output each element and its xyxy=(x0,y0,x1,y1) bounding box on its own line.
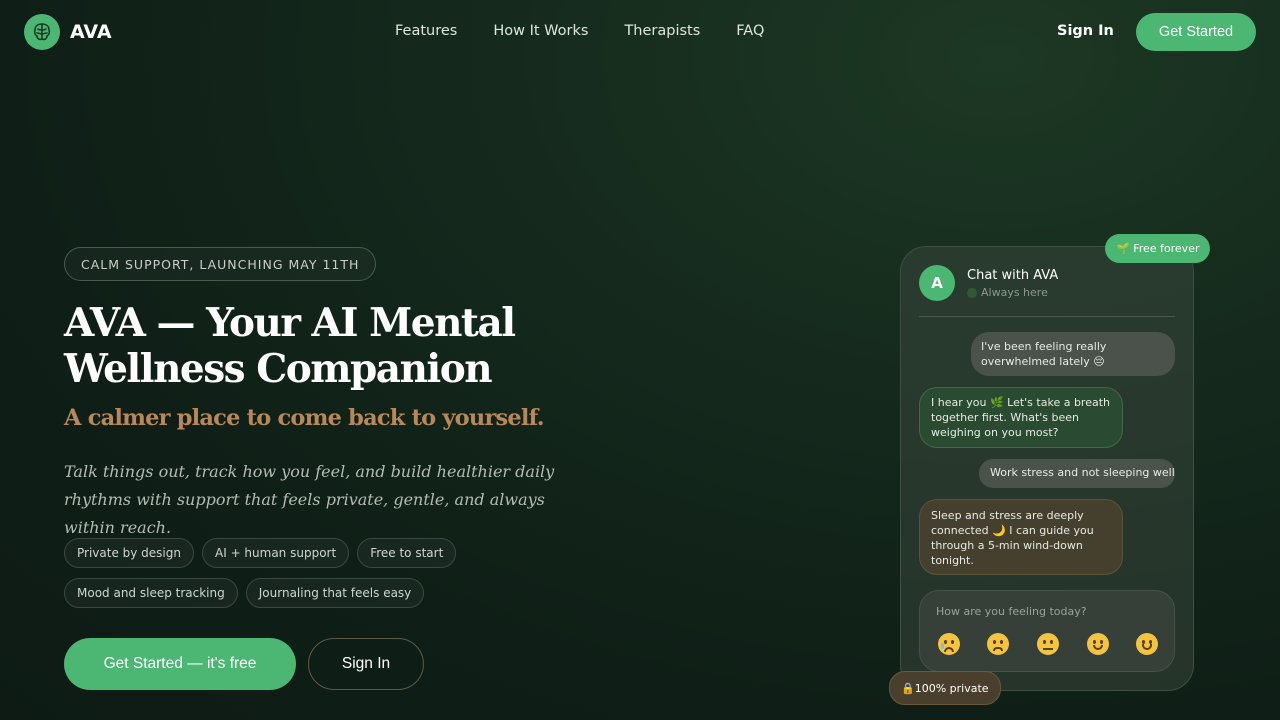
user-message: Work stress and not sleeping well xyxy=(979,459,1175,488)
feature-chip: Private by design xyxy=(64,538,194,568)
chat-title: Chat with AVA xyxy=(967,268,1059,283)
private-badge: 🔒100% private xyxy=(889,671,1001,705)
nav-link-therapists[interactable]: Therapists xyxy=(624,23,700,39)
nav-link-features[interactable]: Features xyxy=(395,23,457,39)
user-message: I've been feeling really overwhelmed lat… xyxy=(971,332,1175,376)
mood-question: How are you feeling today? xyxy=(936,605,1087,618)
free-forever-badge: 🌱 Free forever xyxy=(1105,234,1211,263)
chat-divider xyxy=(919,316,1175,317)
smiling-face-icon[interactable] xyxy=(1136,633,1159,655)
brain-icon xyxy=(24,14,60,50)
nav-get-started-button[interactable]: Get Started xyxy=(1136,13,1256,51)
brand-name: AVA xyxy=(70,21,112,43)
neutral-face-icon[interactable] xyxy=(1036,633,1059,655)
feature-chip: Journaling that feels easy xyxy=(245,578,425,608)
get-started-button[interactable]: Get Started — it's free xyxy=(64,638,296,690)
feature-chip: AI + human support xyxy=(202,538,350,568)
launch-tagline: CALM SUPPORT, LAUNCHING MAY 11TH xyxy=(64,247,377,281)
logo[interactable]: AVA xyxy=(24,14,112,50)
sign-in-button[interactable]: Sign In xyxy=(308,638,424,690)
feature-chip: Free to start xyxy=(357,538,457,568)
feature-chip: Mood and sleep tracking xyxy=(64,578,238,608)
nav-sign-in-link[interactable]: Sign In xyxy=(1057,23,1114,39)
ava-message: I hear you 🌿 Let's take a breath togethe… xyxy=(919,387,1123,448)
top-nav: AVA Features How It Works Therapists FAQ… xyxy=(0,0,1280,66)
hero-subhead: A calmer place to come back to yourself. xyxy=(64,405,545,431)
worried-face-icon[interactable] xyxy=(987,633,1010,655)
hero-intro: Talk things out, track how you feel, and… xyxy=(64,462,555,537)
nav-links: Features How It Works Therapists FAQ xyxy=(395,23,800,39)
crying-face-icon[interactable] xyxy=(937,633,960,655)
ava-message: Sleep and stress are deeply connected 🌙 … xyxy=(919,499,1123,575)
chat-status-text: Always here xyxy=(981,286,1048,299)
feature-chips: Private by design AI + human support Fre… xyxy=(64,538,624,618)
online-dot-icon xyxy=(967,287,977,298)
nav-link-faq[interactable]: FAQ xyxy=(736,23,764,39)
mood-options xyxy=(920,633,1176,655)
chat-status: Always here xyxy=(967,286,1048,299)
slightly-smiling-face-icon[interactable] xyxy=(1086,633,1109,655)
mood-check-in: How are you feeling today? xyxy=(919,590,1175,672)
hero-headline: AVA — Your AI Mental Wellness Companion xyxy=(64,300,516,392)
nav-link-how-it-works[interactable]: How It Works xyxy=(493,23,588,39)
avatar: A xyxy=(919,265,955,301)
